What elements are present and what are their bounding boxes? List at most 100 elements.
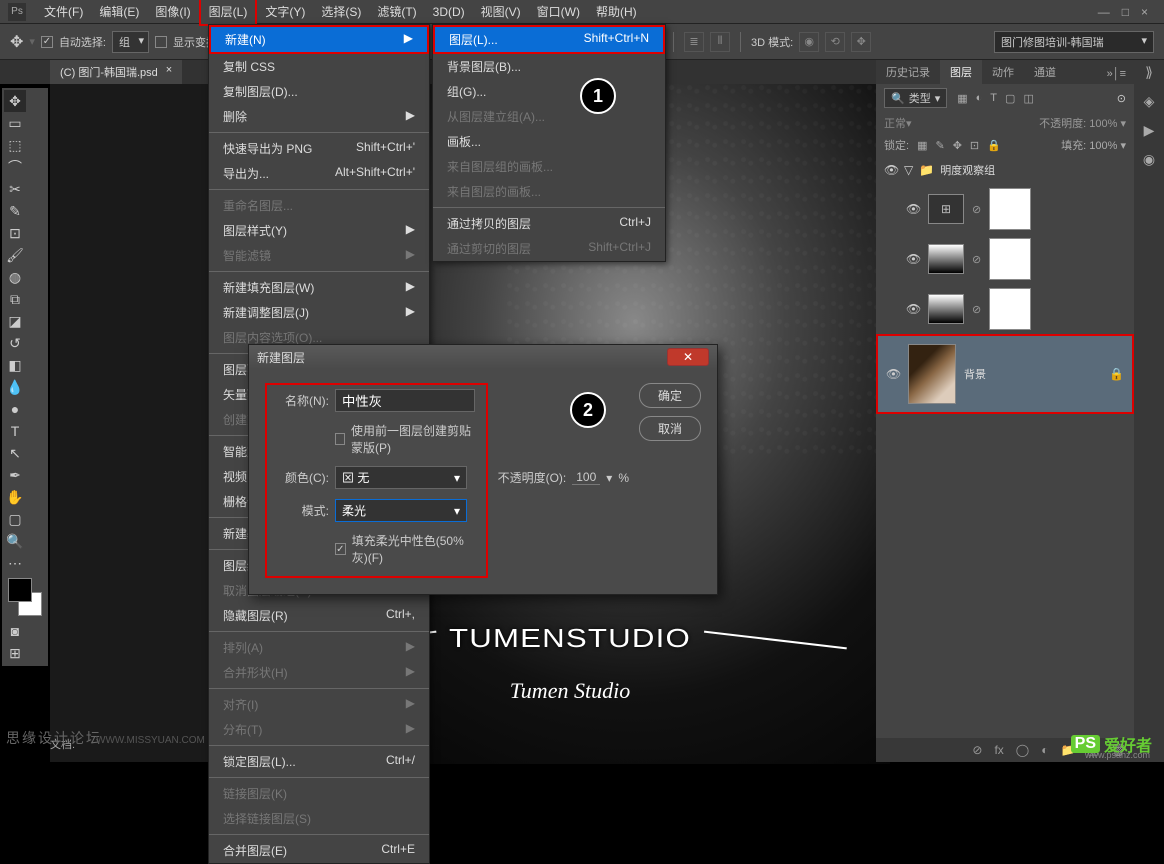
- panel-expand-icon[interactable]: »│≡: [1099, 64, 1134, 84]
- name-input[interactable]: [335, 389, 475, 412]
- submenu-group-from[interactable]: 从图层建立组(A)...: [433, 104, 665, 129]
- menu-merge[interactable]: 合并图层(E)Ctrl+E: [209, 838, 429, 863]
- menu-layer[interactable]: 图层(L): [199, 0, 258, 26]
- submenu-via-cut[interactable]: 通过剪切的图层Shift+Ctrl+J: [433, 236, 665, 261]
- path-tool[interactable]: ↖: [4, 442, 26, 464]
- link-layers-icon[interactable]: ⊘: [972, 743, 982, 757]
- fill-checkbox[interactable]: ✓: [335, 543, 346, 555]
- submenu-ab-group[interactable]: 来自图层组的画板...: [433, 154, 665, 179]
- menu-edit[interactable]: 编辑(E): [91, 0, 147, 24]
- color-select[interactable]: ⊠ 无▾: [335, 466, 467, 489]
- tab-channels[interactable]: 通道: [1024, 60, 1066, 84]
- lock-artboard-icon[interactable]: ⊡: [970, 139, 979, 152]
- visibility-icon[interactable]: 👁: [884, 163, 898, 177]
- lock-pixel-icon[interactable]: ▦: [917, 139, 927, 152]
- lasso-tool[interactable]: ⌒: [4, 156, 26, 178]
- tab-actions[interactable]: 动作: [982, 60, 1024, 84]
- panel-icon[interactable]: ◈: [1144, 93, 1155, 110]
- menu-image[interactable]: 图像(I): [147, 0, 198, 24]
- layer-item[interactable]: 👁 ⊞ ⊘: [876, 184, 1134, 234]
- move-tool[interactable]: ✥: [4, 90, 26, 112]
- submenu-artboard[interactable]: 画板...: [433, 129, 665, 154]
- menu-new[interactable]: 新建(N)▶: [209, 25, 429, 54]
- eraser-tool[interactable]: ◪: [4, 310, 26, 332]
- layer-mask-thumb[interactable]: [989, 238, 1031, 280]
- menu-3d[interactable]: 3D(D): [425, 1, 473, 23]
- ok-button[interactable]: 确定: [639, 383, 701, 408]
- menu-distribute[interactable]: 分布(T)▶: [209, 717, 429, 742]
- menu-new-adj[interactable]: 新建调整图层(J)▶: [209, 300, 429, 325]
- menu-file[interactable]: 文件(F): [36, 0, 91, 24]
- menu-style[interactable]: 图层样式(Y)▶: [209, 218, 429, 243]
- layer-thumb[interactable]: [928, 294, 964, 324]
- layer-thumb[interactable]: [928, 244, 964, 274]
- lock-pos-icon[interactable]: ✥: [953, 139, 962, 152]
- eyedropper-tool[interactable]: ✎: [4, 200, 26, 222]
- menu-export-as[interactable]: 导出为...Alt+Shift+Ctrl+': [209, 161, 429, 186]
- opacity-value[interactable]: 100%: [1089, 118, 1117, 130]
- crop-tool[interactable]: ✂: [4, 178, 26, 200]
- submenu-ab-layer[interactable]: 来自图层的画板...: [433, 179, 665, 204]
- submenu-layer[interactable]: 图层(L)...Shift+Ctrl+N: [433, 25, 665, 54]
- align-icon[interactable]: ⫴: [710, 32, 730, 52]
- clip-checkbox[interactable]: [335, 433, 345, 445]
- document-dropdown[interactable]: 图门修图培训-韩国瑞▾: [994, 31, 1154, 53]
- layer-thumb[interactable]: [908, 344, 956, 404]
- lock-icon[interactable]: 🔒: [1109, 367, 1124, 381]
- menu-smart-filter[interactable]: 智能滤镜▶: [209, 243, 429, 268]
- dodge-tool[interactable]: ●: [4, 398, 26, 420]
- menu-window[interactable]: 窗口(W): [529, 0, 588, 24]
- 3d-icon[interactable]: ✥: [851, 32, 871, 52]
- opacity-input[interactable]: 100: [572, 470, 600, 485]
- visibility-icon[interactable]: 👁: [906, 302, 920, 316]
- blur-tool[interactable]: 💧: [4, 376, 26, 398]
- filter-adj-icon[interactable]: ◐: [976, 92, 983, 105]
- collapse-icon[interactable]: ▽: [904, 163, 913, 177]
- 3d-icon[interactable]: ⟲: [825, 32, 845, 52]
- color-swatch[interactable]: [8, 578, 42, 616]
- cancel-button[interactable]: 取消: [639, 416, 701, 441]
- visibility-icon[interactable]: 👁: [906, 252, 920, 266]
- 3d-icon[interactable]: ◉: [799, 32, 819, 52]
- filter-pixel-icon[interactable]: ▦: [957, 92, 967, 105]
- filter-toggle[interactable]: ⊙: [1117, 92, 1126, 105]
- layer-thumb[interactable]: ⊞: [928, 194, 964, 224]
- marquee-tool[interactable]: ⬚: [4, 134, 26, 156]
- frame-tool[interactable]: ⊡: [4, 222, 26, 244]
- menu-rename[interactable]: 重命名图层...: [209, 193, 429, 218]
- layer-item-bg[interactable]: 👁 背景 🔒: [876, 334, 1134, 414]
- menu-quick-png[interactable]: 快速导出为 PNGShift+Ctrl+': [209, 136, 429, 161]
- brush-tool[interactable]: 🖌: [4, 244, 26, 266]
- panel-icon[interactable]: ▶: [1144, 122, 1155, 139]
- adj-icon[interactable]: ◐: [1041, 743, 1048, 757]
- menu-select-link[interactable]: 选择链接图层(S): [209, 806, 429, 831]
- auto-select-dropdown[interactable]: 组 ▾: [112, 31, 149, 53]
- menu-copy-css[interactable]: 复制 CSS: [209, 54, 429, 79]
- layer-group[interactable]: 👁 ▽ 📁 明度观察组: [876, 156, 1134, 184]
- doctab-close-icon[interactable]: ×: [166, 64, 172, 80]
- minimize-icon[interactable]: —: [1098, 5, 1110, 19]
- visibility-icon[interactable]: 👁: [906, 202, 920, 216]
- menu-arrange[interactable]: 排列(A)▶: [209, 635, 429, 660]
- menu-help[interactable]: 帮助(H): [588, 0, 645, 24]
- menu-align[interactable]: 对齐(I)▶: [209, 692, 429, 717]
- screenmode-tool[interactable]: ⊞: [4, 642, 26, 664]
- menu-dup[interactable]: 复制图层(D)...: [209, 79, 429, 104]
- layer-mask-thumb[interactable]: [989, 288, 1031, 330]
- mask-icon[interactable]: ◯: [1016, 743, 1029, 757]
- menu-filter[interactable]: 滤镜(T): [369, 0, 424, 24]
- artboard-tool[interactable]: ▭: [4, 112, 26, 134]
- layer-item[interactable]: 👁 ⊘: [876, 284, 1134, 334]
- filter-smart-icon[interactable]: ◫: [1023, 92, 1033, 105]
- layer-filter-type[interactable]: 🔍 类型 ▾: [884, 88, 947, 108]
- blend-mode-select[interactable]: 正常▾: [884, 115, 974, 131]
- tab-history[interactable]: 历史记录: [876, 60, 940, 84]
- submenu-via-copy[interactable]: 通过拷贝的图层Ctrl+J: [433, 211, 665, 236]
- quickmask-tool[interactable]: ◙: [4, 620, 26, 642]
- submenu-group[interactable]: 组(G)...: [433, 79, 665, 104]
- menu-type[interactable]: 文字(Y): [257, 0, 313, 24]
- panel-icon[interactable]: ◉: [1143, 151, 1155, 168]
- bg-layer-name[interactable]: 背景: [964, 366, 986, 382]
- fg-color[interactable]: [8, 578, 32, 602]
- filter-shape-icon[interactable]: ▢: [1005, 92, 1015, 105]
